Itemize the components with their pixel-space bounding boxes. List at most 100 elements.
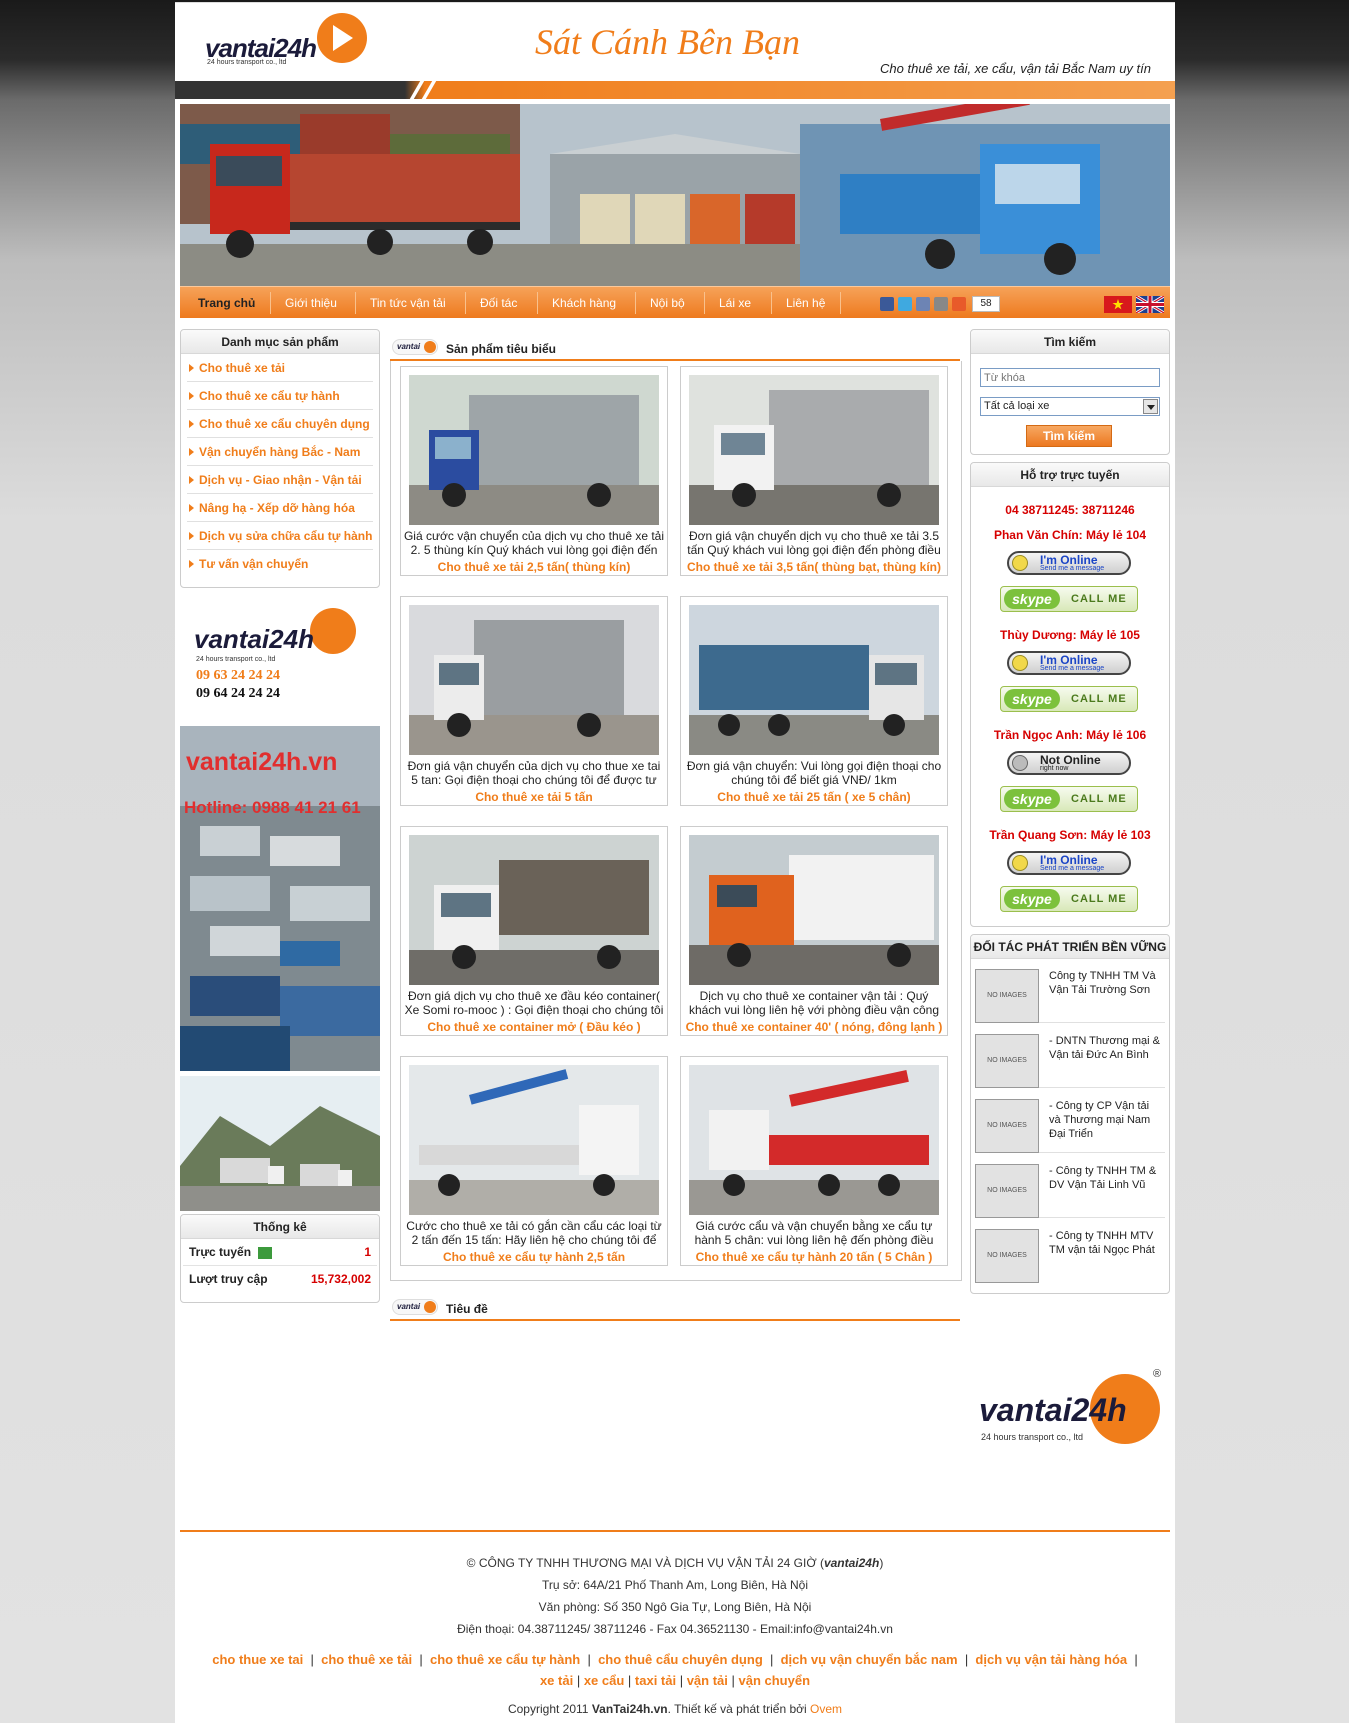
category-item[interactable]: Dịch vụ sửa chữa cẩu tự hành xyxy=(187,522,373,550)
search-input[interactable] xyxy=(980,368,1160,387)
product-image[interactable] xyxy=(689,1065,939,1215)
product-card[interactable]: Đơn giá vận chuyển: Vui lòng gọi điện th… xyxy=(680,596,948,806)
twitter-icon[interactable] xyxy=(898,297,912,311)
facebook-icon[interactable] xyxy=(880,297,894,311)
contact-ad[interactable]: vantai24h 24 hours transport co., ltd 09… xyxy=(190,606,370,706)
nav-news[interactable]: Tin tức vận tải xyxy=(370,296,446,310)
product-image[interactable] xyxy=(409,1065,659,1215)
nav-about[interactable]: Giới thiệu xyxy=(285,296,337,310)
chevron-down-icon[interactable] xyxy=(1143,399,1158,414)
product-card[interactable]: Giá cước cẩu và vận chuyển bằng xe cẩu t… xyxy=(680,1056,948,1266)
footer-link[interactable]: dịch vụ vận chuyển bắc nam xyxy=(781,1652,958,1667)
product-card[interactable]: Đơn giá vận chuyển của dịch vụ cho thue … xyxy=(400,596,668,806)
partner-name[interactable]: - Công ty TNHH MTV TM vận tải Ngọc Phát xyxy=(1049,1229,1163,1257)
skype-call-button[interactable]: skype CALL ME xyxy=(1000,886,1138,912)
product-description: Dịch vụ cho thuê xe container vận tải : … xyxy=(688,989,940,1017)
partner-name[interactable]: - DNTN Thương mại & Vận tải Đức An Bình xyxy=(1049,1034,1163,1062)
product-name[interactable]: Cho thuê xe cẩu tự hành 2,5 tấn xyxy=(401,1250,667,1264)
yahoo-status-button[interactable]: Not Online right now xyxy=(1007,751,1131,775)
category-item[interactable]: Vận chuyển hàng Bắc - Nam xyxy=(187,438,373,466)
uk-flag-icon[interactable] xyxy=(1136,296,1164,313)
logo-arrow-icon xyxy=(317,13,367,63)
email-icon[interactable] xyxy=(916,297,930,311)
vietnam-flag-icon[interactable] xyxy=(1104,296,1132,313)
partner-placeholder-image[interactable]: NO IMAGES xyxy=(975,1229,1039,1283)
footer-link[interactable]: cho thue xe tai xyxy=(212,1652,303,1667)
product-image[interactable] xyxy=(689,605,939,755)
footer-link[interactable]: taxi tải xyxy=(635,1673,676,1688)
product-card[interactable]: Giá cước vận chuyển của dịch vụ cho thuê… xyxy=(400,366,668,576)
nav-internal[interactable]: Nội bộ xyxy=(650,296,685,310)
vehicle-type-select[interactable]: Tất cả loại xe xyxy=(980,397,1160,416)
yahoo-status-button[interactable]: I'm Online Send me a message xyxy=(1007,851,1131,875)
partner-name[interactable]: - Công ty TNHH TM & DV Vận Tải Linh Vũ xyxy=(1049,1164,1163,1192)
footer-link[interactable]: cho thuê cẩu chuyên dụng xyxy=(598,1652,763,1667)
developer-link[interactable]: Ovem xyxy=(810,1702,842,1716)
skype-call-button[interactable]: skype CALL ME xyxy=(1000,786,1138,812)
product-card[interactable]: Đơn giá vận chuyển dịch vụ cho thuê xe t… xyxy=(680,366,948,576)
product-name[interactable]: Cho thuê xe tải 2,5 tấn( thùng kín) xyxy=(401,560,667,574)
product-image[interactable] xyxy=(409,605,659,755)
nav-home[interactable]: Trang chủ xyxy=(198,296,255,310)
product-name[interactable]: Cho thuê xe tải 5 tấn xyxy=(401,790,667,804)
trucks-banner-image xyxy=(180,104,1170,286)
partner-placeholder-image[interactable]: NO IMAGES xyxy=(975,1099,1039,1153)
category-item[interactable]: Nâng hạ - Xếp dỡ hàng hóa xyxy=(187,494,373,522)
search-button[interactable]: Tìm kiếm xyxy=(1026,425,1112,447)
footer-office: Văn phòng: Số 350 Ngô Gia Tự, Long Biên,… xyxy=(538,1600,812,1614)
product-card[interactable]: Cước cho thuê xe tải có gắn cần cẩu các … xyxy=(400,1056,668,1266)
share-plus-icon[interactable] xyxy=(952,297,966,311)
product-image[interactable] xyxy=(689,835,939,985)
partner-placeholder-image[interactable]: NO IMAGES xyxy=(975,1034,1039,1088)
product-name[interactable]: Cho thuê xe container 40' ( nóng, đông l… xyxy=(681,1020,947,1034)
product-name[interactable]: Cho thuê xe tải 25 tấn ( xe 5 chân) xyxy=(681,790,947,804)
print-icon[interactable] xyxy=(934,297,948,311)
partner-placeholder-image[interactable]: NO IMAGES xyxy=(975,1164,1039,1218)
footer-link[interactable]: cho thuê xe tải xyxy=(321,1652,412,1667)
partner-name[interactable]: Công ty TNHH TM Và Vận Tải Trường Sơn xyxy=(1049,969,1163,997)
nav-drivers[interactable]: Lái xe xyxy=(719,296,751,310)
product-name[interactable]: Cho thuê xe tải 3,5 tấn( thùng bạt, thùn… xyxy=(681,560,947,574)
copyright-site[interactable]: VanTai24h.vn xyxy=(592,1702,668,1716)
product-image[interactable] xyxy=(689,375,939,525)
partner-item[interactable]: NO IMAGES - Công ty TNHH MTV TM vận tải … xyxy=(975,1225,1165,1283)
footer-link[interactable]: vận chuyển xyxy=(739,1673,811,1688)
footer-link[interactable]: dịch vụ vận tải hàng hóa xyxy=(975,1652,1127,1667)
category-item[interactable]: Dịch vụ - Giao nhận - Vận tải xyxy=(187,466,373,494)
product-image[interactable] xyxy=(409,375,659,525)
nav-partners[interactable]: Đối tác xyxy=(480,296,517,310)
partner-item[interactable]: NO IMAGES - Công ty CP Vận tải và Thương… xyxy=(975,1095,1165,1153)
product-description: Đơn giá dịch vụ cho thuê xe đầu kéo cont… xyxy=(404,989,664,1017)
footer-logo: vantai24h 24 hours transport co., ltd ® xyxy=(975,1368,1165,1450)
nav-customers[interactable]: Khách hàng xyxy=(552,296,616,310)
footer-logo-sub: 24 hours transport co., ltd xyxy=(981,1432,1084,1442)
product-card[interactable]: Dịch vụ cho thuê xe container vận tải : … xyxy=(680,826,948,1036)
yahoo-status-button[interactable]: I'm Online Send me a message xyxy=(1007,551,1131,575)
stat-visits: Lượt truy cập 15,732,002 xyxy=(183,1266,377,1293)
footer-link[interactable]: xe cẩu xyxy=(584,1673,624,1688)
partner-name[interactable]: - Công ty CP Vận tải và Thương mại Nam Đ… xyxy=(1049,1099,1163,1141)
footer-link[interactable]: xe tải xyxy=(540,1673,573,1688)
category-item[interactable]: Cho thuê xe cẩu chuyên dụng xyxy=(187,410,373,438)
partner-item[interactable]: NO IMAGES - DNTN Thương mại & Vận tải Đứ… xyxy=(975,1030,1165,1088)
product-image[interactable] xyxy=(409,835,659,985)
yahoo-status-button[interactable]: I'm Online Send me a message xyxy=(1007,651,1131,675)
site-logo[interactable]: vantai24h 24 hours transport co., ltd xyxy=(205,11,367,71)
nav-contact[interactable]: Liên hệ xyxy=(786,296,825,310)
footer-link[interactable]: cho thuê xe cẩu tự hành xyxy=(430,1652,580,1667)
company-prefix: © CÔNG TY TNHH THƯƠNG MẠI VÀ DỊCH VỤ VẬN… xyxy=(466,1556,824,1570)
product-name[interactable]: Cho thuê xe cẩu tự hành 20 tấn ( 5 Chân … xyxy=(681,1250,947,1264)
partner-item[interactable]: NO IMAGES - Công ty TNHH TM & DV Vận Tải… xyxy=(975,1160,1165,1218)
product-name[interactable]: Cho thuê xe container mở ( Đầu kéo ) xyxy=(401,1020,667,1034)
slogan: Sát Cánh Bên Bạn xyxy=(535,22,800,62)
partner-item[interactable]: NO IMAGES Công ty TNHH TM Và Vận Tải Trư… xyxy=(975,965,1165,1023)
category-item[interactable]: Tư vấn vận chuyển xyxy=(187,550,373,578)
skype-call-button[interactable]: skype CALL ME xyxy=(1000,686,1138,712)
skype-call-button[interactable]: skype CALL ME xyxy=(1000,586,1138,612)
footer-link[interactable]: vận tải xyxy=(687,1673,728,1688)
hotline-banner[interactable]: vantai24h.vn Hotline: 0988 41 21 61 xyxy=(180,726,380,1071)
product-card[interactable]: Đơn giá dịch vụ cho thuê xe đầu kéo cont… xyxy=(400,826,668,1036)
partner-placeholder-image[interactable]: NO IMAGES xyxy=(975,969,1039,1023)
category-item[interactable]: Cho thuê xe cẩu tự hành xyxy=(187,382,373,410)
category-item[interactable]: Cho thuê xe tải xyxy=(187,354,373,382)
